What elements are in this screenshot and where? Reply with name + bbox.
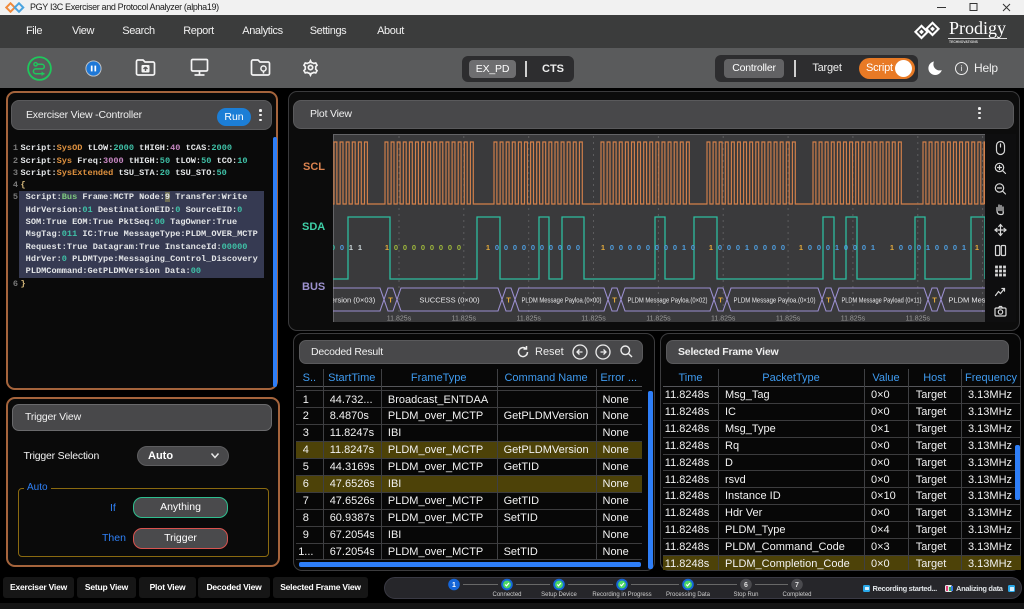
svg-text:0: 0: [576, 243, 580, 252]
svg-text:Completed: Completed: [782, 592, 811, 598]
svg-text:11.825s: 11.825s: [841, 316, 866, 323]
svg-text:0: 0: [403, 243, 407, 252]
svg-text:SUCCESS (0×00): SUCCESS (0×00): [419, 296, 480, 305]
svg-text:ersion (0×03): ersion (0×03): [333, 296, 376, 305]
svg-text:1: 1: [890, 243, 894, 252]
svg-text:T: T: [932, 296, 937, 305]
svg-text:1: 1: [871, 243, 875, 252]
svg-text:PLDM Message Payload (0×11): PLDM Message Payload (0×11): [842, 296, 922, 305]
svg-text:1: 1: [358, 243, 362, 252]
svg-text:0: 0: [412, 243, 416, 252]
svg-text:T: T: [718, 296, 723, 305]
svg-text:0: 0: [522, 243, 526, 252]
svg-text:0: 0: [736, 243, 740, 252]
svg-text:0: 0: [646, 243, 650, 252]
svg-text:1: 1: [745, 243, 749, 252]
svg-text:0: 0: [637, 243, 641, 252]
svg-text:0: 0: [817, 243, 821, 252]
svg-text:PLDM Messag: PLDM Messag: [948, 296, 985, 305]
svg-text:1: 1: [962, 243, 966, 252]
svg-text:1: 1: [486, 243, 490, 252]
svg-text:0: 0: [430, 243, 434, 252]
svg-text:PLDM Message Payloa.(0×02): PLDM Message Payloa.(0×02): [628, 296, 708, 305]
svg-text:0: 0: [673, 243, 677, 252]
svg-text:0: 0: [504, 243, 508, 252]
svg-text:PLDM Message Payloa.(0×10): PLDM Message Payloa.(0×10): [734, 296, 816, 305]
svg-text:T: T: [388, 296, 393, 305]
svg-text:1: 1: [452, 582, 456, 589]
svg-text:11.825s: 11.825s: [646, 316, 671, 323]
svg-text:0: 0: [844, 243, 848, 252]
svg-text:0: 0: [333, 243, 335, 252]
svg-text:1: 1: [975, 243, 979, 252]
svg-text:0: 0: [953, 243, 957, 252]
svg-text:0: 0: [826, 243, 830, 252]
svg-text:Connected: Connected: [492, 592, 521, 598]
svg-text:1: 1: [799, 243, 803, 252]
svg-text:11.825s: 11.825s: [581, 316, 606, 323]
svg-text:0: 0: [944, 243, 948, 252]
svg-text:0: 0: [691, 243, 695, 252]
svg-text:1: 1: [385, 243, 389, 252]
svg-text:Setup Device: Setup Device: [541, 592, 577, 598]
svg-text:0: 0: [513, 243, 517, 252]
svg-text:1: 1: [682, 243, 686, 252]
svg-text:1: 1: [926, 243, 930, 252]
svg-text:1: 1: [601, 243, 605, 252]
svg-text:0: 0: [808, 243, 812, 252]
svg-text:0: 0: [448, 243, 452, 252]
svg-text:1: 1: [709, 243, 713, 252]
svg-text:0: 0: [908, 243, 912, 252]
svg-text:0: 0: [935, 243, 939, 252]
svg-text:11.825s: 11.825s: [906, 316, 931, 323]
svg-text:Recording in Progress: Recording in Progress: [592, 592, 651, 598]
svg-text:6: 6: [744, 582, 748, 589]
svg-text:0: 0: [862, 243, 866, 252]
svg-text:7: 7: [795, 582, 799, 589]
svg-text:0: 0: [421, 243, 425, 252]
svg-text:0: 0: [495, 243, 499, 252]
svg-text:0: 0: [567, 243, 571, 252]
svg-text:1: 1: [835, 243, 839, 252]
svg-text:0: 0: [917, 243, 921, 252]
svg-text:0: 0: [549, 243, 553, 252]
svg-text:0: 0: [628, 243, 632, 252]
svg-text:0: 0: [610, 243, 614, 252]
svg-text:0: 0: [754, 243, 758, 252]
svg-text:11.825s: 11.825s: [387, 316, 412, 323]
svg-text:0: 0: [394, 243, 398, 252]
svg-text:PLDM Message Payloa.(0×00): PLDM Message Payloa.(0×00): [522, 296, 602, 305]
svg-text:Stop Run: Stop Run: [733, 592, 758, 598]
svg-text:11.825s: 11.825s: [711, 316, 736, 323]
svg-text:0: 0: [727, 243, 731, 252]
svg-text:0: 0: [540, 243, 544, 252]
svg-text:0: 0: [664, 243, 668, 252]
svg-text:Processing Data: Processing Data: [666, 592, 711, 598]
svg-text:0: 0: [439, 243, 443, 252]
svg-text:0: 0: [619, 243, 623, 252]
svg-text:1: 1: [349, 243, 353, 252]
svg-text:0: 0: [340, 243, 344, 252]
svg-text:11.825s: 11.825s: [517, 316, 542, 323]
svg-text:0: 0: [772, 243, 776, 252]
svg-text:0: 0: [558, 243, 562, 252]
svg-text:0: 0: [718, 243, 722, 252]
svg-text:T: T: [826, 296, 831, 305]
svg-text:0: 0: [899, 243, 903, 252]
svg-text:T: T: [506, 296, 511, 305]
svg-text:T: T: [612, 296, 617, 305]
svg-text:0: 0: [853, 243, 857, 252]
svg-text:0: 0: [655, 243, 659, 252]
svg-text:11.825s: 11.825s: [776, 316, 801, 323]
svg-text:11.825s: 11.825s: [452, 316, 477, 323]
svg-text:0: 0: [531, 243, 535, 252]
svg-text:0: 0: [763, 243, 767, 252]
svg-text:0: 0: [457, 243, 461, 252]
svg-text:0: 0: [781, 243, 785, 252]
